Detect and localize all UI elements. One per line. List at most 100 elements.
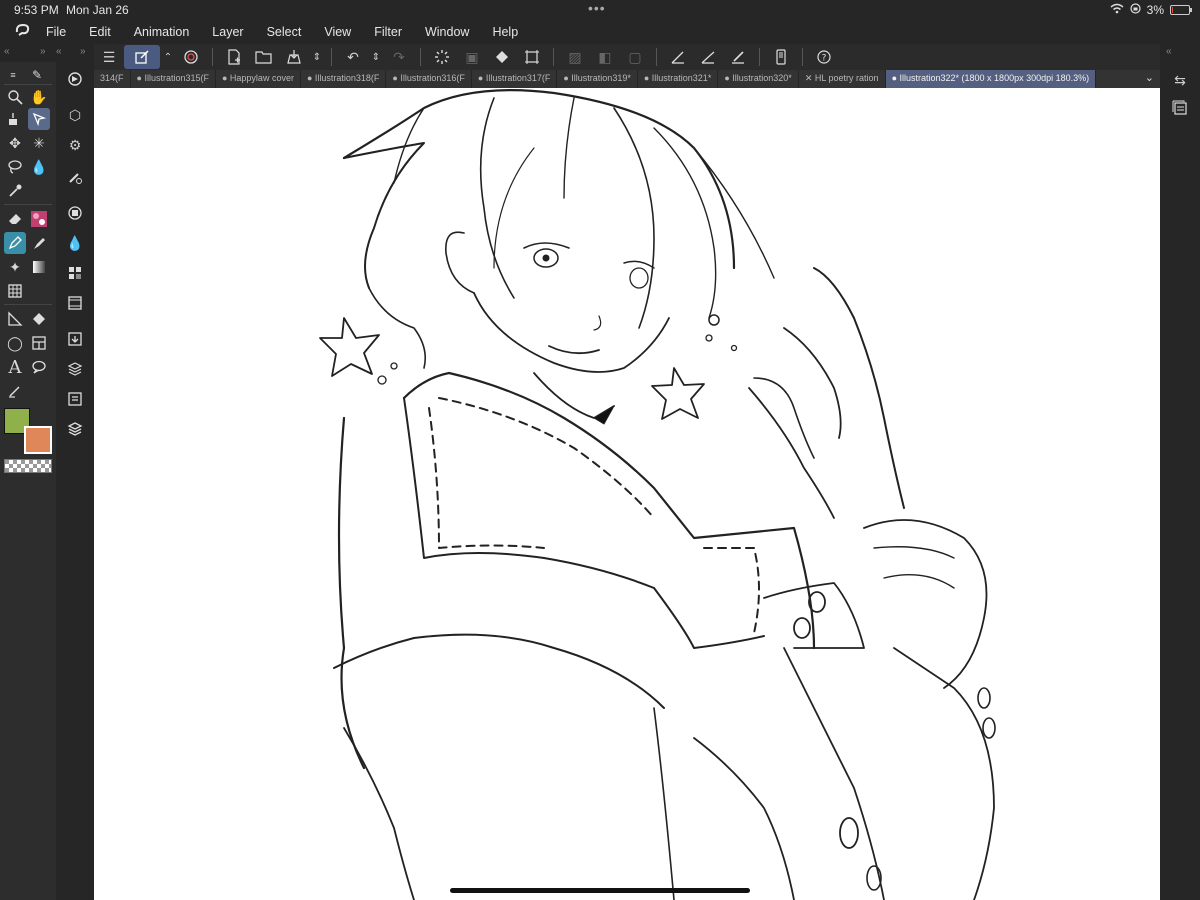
invert-selection-icon[interactable]: ◧ bbox=[590, 45, 620, 69]
menu-view[interactable]: View bbox=[324, 25, 351, 39]
undo-icon[interactable]: ↶ bbox=[338, 45, 368, 69]
lasso-icon[interactable] bbox=[4, 156, 26, 178]
auto-select-icon[interactable]: ✳ bbox=[28, 132, 50, 154]
brush-snap-icon[interactable] bbox=[693, 45, 723, 69]
layout-icon[interactable] bbox=[28, 332, 50, 354]
ruler-snap-icon[interactable] bbox=[663, 45, 693, 69]
menu-edit[interactable]: Edit bbox=[89, 25, 111, 39]
drawing-canvas[interactable] bbox=[94, 88, 1160, 900]
tab-document-active[interactable]: ● Illustration322* (1800 x 1800px 300dpi… bbox=[885, 70, 1097, 88]
switch-palette-icon[interactable]: ⇆ bbox=[1170, 70, 1190, 90]
fill-icon[interactable] bbox=[28, 308, 50, 330]
expand-right-icon-2[interactable]: » bbox=[80, 46, 86, 57]
new-file-icon[interactable] bbox=[219, 45, 249, 69]
separator bbox=[4, 204, 52, 205]
palette-menu-icon[interactable]: ≡ bbox=[2, 64, 24, 86]
tab-document[interactable]: ✕ HL poetry ration bbox=[799, 70, 886, 88]
tab-document[interactable]: ● Happylaw cover bbox=[216, 70, 301, 88]
color-set-icon[interactable] bbox=[64, 262, 86, 284]
animation-timeline-icon[interactable] bbox=[64, 292, 86, 314]
svg-text:?: ? bbox=[822, 54, 827, 64]
stepper-icon[interactable]: ⌃ bbox=[160, 45, 176, 69]
object-select-icon[interactable] bbox=[28, 108, 50, 130]
brush-tool-icon[interactable] bbox=[28, 232, 50, 254]
stepper-icon-2[interactable]: ⇕ bbox=[309, 45, 325, 69]
transparent-color-swatch[interactable] bbox=[4, 459, 52, 473]
multitasking-dots-icon[interactable]: ••• bbox=[588, 0, 606, 16]
navigator-icon[interactable] bbox=[64, 68, 86, 90]
tool-property-icon[interactable] bbox=[64, 202, 86, 224]
balloon-icon[interactable] bbox=[28, 356, 50, 378]
smartphone-icon[interactable] bbox=[766, 45, 796, 69]
tab-document[interactable]: ● Illustration317(F bbox=[472, 70, 558, 88]
expand-right-icon[interactable]: » bbox=[40, 46, 46, 57]
ruler-icon[interactable] bbox=[4, 308, 26, 330]
zoom-icon[interactable] bbox=[4, 86, 26, 108]
pen-mini-icon[interactable]: ✎ bbox=[26, 64, 48, 86]
menu-file[interactable]: File bbox=[46, 25, 66, 39]
home-indicator[interactable] bbox=[450, 888, 750, 893]
menu-filter[interactable]: Filter bbox=[374, 25, 402, 39]
eraser-icon[interactable] bbox=[4, 208, 26, 230]
companion-mode-icon[interactable] bbox=[176, 45, 206, 69]
correct-line-icon[interactable] bbox=[4, 380, 26, 402]
crop-icon[interactable] bbox=[517, 45, 547, 69]
text-icon[interactable]: A bbox=[4, 356, 26, 378]
layer-property-icon[interactable] bbox=[64, 358, 86, 380]
separator bbox=[759, 48, 760, 66]
3d-settings-icon[interactable]: ⚙ bbox=[64, 134, 86, 156]
move-icon[interactable]: ✥ bbox=[4, 132, 26, 154]
open-folder-icon[interactable] bbox=[249, 45, 279, 69]
loading-spinner-icon[interactable] bbox=[427, 45, 457, 69]
tab-document[interactable]: ● Illustration321* bbox=[638, 70, 719, 88]
layer-search-icon[interactable] bbox=[64, 388, 86, 410]
layer-palette-icon[interactable] bbox=[1170, 98, 1190, 118]
sub-color-swatch[interactable] bbox=[24, 426, 52, 454]
color-drops-icon[interactable]: 💧 bbox=[64, 232, 86, 254]
tab-document[interactable]: ● Illustration315(F bbox=[131, 70, 216, 88]
figure-icon[interactable]: ◯ bbox=[4, 332, 26, 354]
brush-size-icon[interactable] bbox=[64, 166, 86, 188]
menu-window[interactable]: Window bbox=[425, 25, 469, 39]
clear-selection-icon[interactable]: ▨ bbox=[560, 45, 590, 69]
material-icon[interactable] bbox=[64, 328, 86, 350]
pen-tool-icon[interactable] bbox=[4, 232, 26, 254]
decoration-brush-icon[interactable] bbox=[28, 208, 50, 230]
layers-icon[interactable] bbox=[64, 418, 86, 440]
battery-percent: 3% bbox=[1146, 3, 1164, 17]
gradient-icon[interactable] bbox=[28, 256, 50, 278]
menu-animation[interactable]: Animation bbox=[134, 25, 190, 39]
tab-document[interactable]: 314(F bbox=[94, 70, 131, 88]
menu-select[interactable]: Select bbox=[267, 25, 302, 39]
sparkle-icon[interactable]: ✦ bbox=[4, 256, 26, 278]
menu-help[interactable]: Help bbox=[492, 25, 518, 39]
blend-drops-icon[interactable]: 💧 bbox=[28, 156, 50, 178]
menu-layer[interactable]: Layer bbox=[212, 25, 243, 39]
save-icon[interactable] bbox=[279, 45, 309, 69]
tab-document[interactable]: ● Illustration316(F bbox=[386, 70, 472, 88]
frame-border-icon[interactable] bbox=[4, 280, 26, 302]
help-icon[interactable]: ? bbox=[809, 45, 839, 69]
selection-border-icon[interactable]: ▢ bbox=[620, 45, 650, 69]
tabs-chevron-down-icon[interactable]: ⌄ bbox=[1145, 71, 1154, 84]
fill-bucket-icon[interactable] bbox=[487, 45, 517, 69]
quick-access-icon[interactable] bbox=[124, 45, 160, 69]
hand-icon[interactable]: ✋ bbox=[28, 86, 50, 108]
expand-left-icon[interactable]: « bbox=[1166, 46, 1172, 57]
tab-document[interactable]: ● Illustration320* bbox=[718, 70, 799, 88]
collapse-left-icon[interactable]: « bbox=[4, 46, 10, 57]
clip-studio-logo-icon[interactable] bbox=[0, 23, 46, 42]
3d-object-icon[interactable]: ⬡ bbox=[64, 104, 86, 126]
pen-snap-icon[interactable] bbox=[723, 45, 753, 69]
operation-icon[interactable] bbox=[4, 108, 26, 130]
tab-document[interactable]: ● Illustration318(F bbox=[301, 70, 387, 88]
tab-document[interactable]: ● Illustration319* bbox=[557, 70, 638, 88]
history-stepper-icon[interactable]: ⇕ bbox=[368, 45, 384, 69]
layer-transform-icon[interactable]: ▣ bbox=[457, 45, 487, 69]
menu-toggle-icon[interactable]: ☰ bbox=[94, 45, 124, 69]
eyedropper-icon[interactable] bbox=[4, 180, 26, 202]
redo-icon[interactable]: ↷ bbox=[384, 45, 414, 69]
collapse-left-icon-2[interactable]: « bbox=[56, 46, 62, 57]
separator bbox=[656, 48, 657, 66]
sub-tool-strip: ⬡ ⚙ 💧 bbox=[58, 62, 92, 900]
